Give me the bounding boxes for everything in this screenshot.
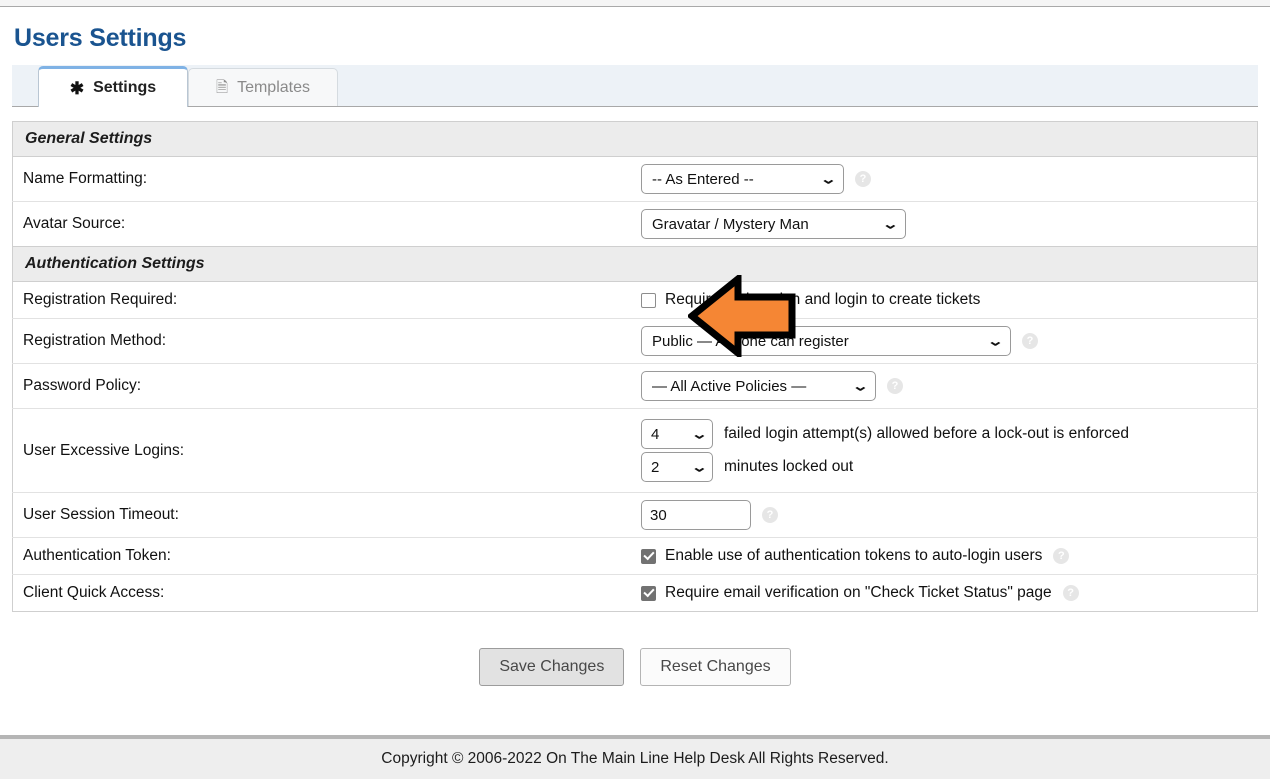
tab-bar: ✱ Settings 🗎 Templates [12,65,1258,107]
chevron-down-icon: ⌄ [852,378,870,394]
label-registration-method: Registration Method: [12,318,635,364]
registration-required-checkbox[interactable] [641,292,656,308]
registration-required-label: Require registration and login to create… [665,291,981,308]
label-authentication-token: Authentication Token: [12,537,635,575]
avatar-source-value: Gravatar / Mystery Man [652,215,809,233]
help-icon-authentication-token[interactable]: ? [1053,548,1070,564]
browser-top-strip [0,0,1270,7]
registration-method-select[interactable]: Public — Anyone can register ⌄ [641,326,1011,356]
label-name-formatting: Name Formatting: [12,156,635,202]
document-icon: 🗎 [216,79,229,96]
lockout-minutes-value: 2 [651,458,660,476]
avatar-source-select[interactable]: Gravatar / Mystery Man ⌄ [641,209,906,239]
help-icon-name-formatting[interactable]: ? [855,171,871,187]
authentication-token-label: Enable use of authentication tokens to a… [665,547,1043,564]
failed-login-attempts-value: 4 [651,425,660,443]
asterisk-icon: ✱ [69,78,85,98]
client-quick-access-checkbox[interactable] [641,585,656,601]
tab-templates-label: Templates [237,78,310,96]
tab-settings-label: Settings [93,79,157,96]
table-row: User Session Timeout: 30 ? [12,492,1258,538]
section-header-general-label: General Settings [12,121,1258,157]
footer-copyright: Copyright © 2006-2022 On The Main Line H… [381,750,889,767]
user-session-timeout-input[interactable]: 30 [641,500,751,530]
section-header-general: General Settings [12,121,1258,157]
lockout-minutes-text: minutes locked out [724,458,854,475]
help-icon-registration-method[interactable]: ? [1022,333,1038,349]
settings-table: General Settings Name Formatting: -- As … [12,121,1258,612]
reset-changes-button[interactable]: Reset Changes [640,648,791,686]
label-user-session-timeout: User Session Timeout: [12,492,635,538]
tab-templates[interactable]: 🗎 Templates [188,68,338,106]
chevron-down-icon: ⌄ [987,333,1005,349]
chevron-down-icon: ⌄ [691,426,709,442]
form-button-bar: Save Changes Reset Changes [12,648,1258,686]
failed-login-attempts-text: failed login attempt(s) allowed before a… [724,425,1129,442]
page-title: Users Settings [14,24,187,52]
password-policy-select[interactable]: — All Active Policies — ⌄ [641,371,876,401]
help-icon-client-quick-access[interactable]: ? [1062,585,1079,601]
chevron-down-icon: ⌄ [882,216,900,232]
registration-method-value: Public — Anyone can register [652,332,849,350]
table-row: Registration Required: Require registrat… [12,281,1258,319]
table-row: Registration Method: Public — Anyone can… [12,318,1258,364]
name-formatting-select[interactable]: -- As Entered -- ⌄ [641,164,844,194]
label-password-policy: Password Policy: [12,363,635,409]
chevron-down-icon: ⌄ [691,459,709,475]
table-row: Client Quick Access: Require email verif… [12,574,1258,612]
table-row: Name Formatting: -- As Entered -- ⌄ ? [12,156,1258,202]
password-policy-value: — All Active Policies — [652,377,807,395]
section-header-authentication: Authentication Settings [12,246,1258,282]
label-user-excessive-logins: User Excessive Logins: [12,408,635,493]
table-row: Avatar Source: Gravatar / Mystery Man ⌄ [12,201,1258,247]
section-header-authentication-label: Authentication Settings [12,246,1258,282]
footer: Copyright © 2006-2022 On The Main Line H… [0,735,1270,779]
page-container: Users Settings ✱ Settings 🗎 Templates Ge… [0,23,1270,686]
table-row: Authentication Token: Enable use of auth… [12,537,1258,575]
label-registration-required: Registration Required: [12,281,635,319]
client-quick-access-label: Require email verification on "Check Tic… [665,584,1052,601]
lockout-minutes-select[interactable]: 2 ⌄ [641,452,713,482]
label-client-quick-access: Client Quick Access: [12,574,635,612]
help-icon-password-policy[interactable]: ? [887,378,903,394]
name-formatting-value: -- As Entered -- [652,170,754,188]
tab-settings[interactable]: ✱ Settings [38,66,188,107]
table-row: User Excessive Logins: 4 ⌄ failed login … [12,408,1258,493]
authentication-token-checkbox[interactable] [641,548,656,564]
chevron-down-icon: ⌄ [820,171,838,187]
help-icon-user-session-timeout[interactable]: ? [762,507,778,523]
failed-login-attempts-select[interactable]: 4 ⌄ [641,419,713,449]
label-avatar-source: Avatar Source: [12,201,635,247]
table-row: Password Policy: — All Active Policies —… [12,363,1258,409]
save-changes-button[interactable]: Save Changes [479,648,625,686]
